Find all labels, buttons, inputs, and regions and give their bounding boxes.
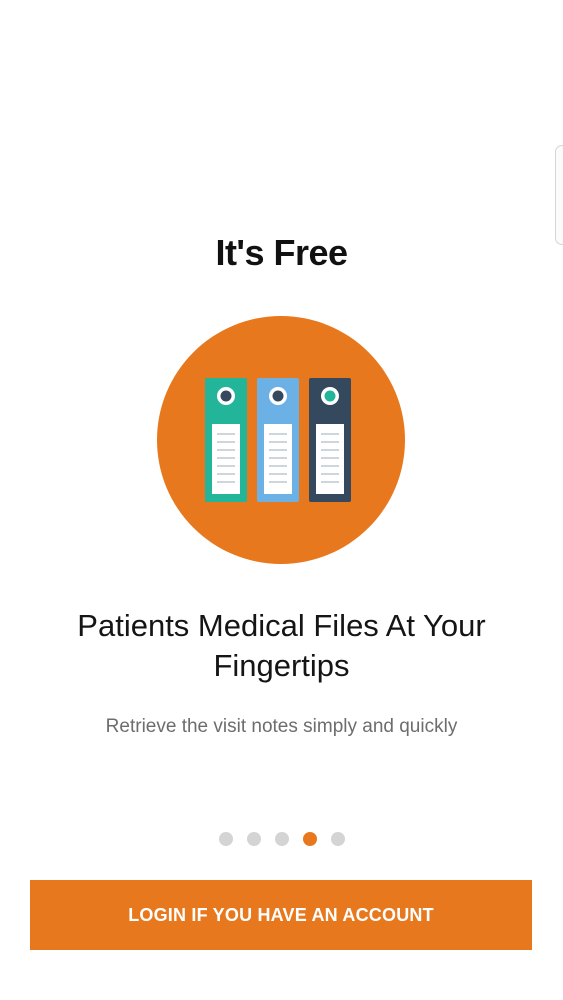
page-indicator[interactable]: [0, 832, 563, 846]
heading-line-2: Fingertips: [213, 648, 350, 683]
login-button[interactable]: LOGIN IF YOU HAVE AN ACCOUNT: [30, 880, 532, 950]
page-title: It's Free: [215, 232, 348, 273]
binder-teal: [205, 378, 247, 502]
binder-blue: [257, 378, 299, 502]
edge-panel-handle[interactable]: [555, 145, 563, 245]
heading-line-1: Patients Medical Files At Your: [77, 608, 486, 643]
page-dot[interactable]: [330, 832, 345, 846]
file-binders-icon: [157, 316, 405, 564]
illustration: [157, 316, 405, 564]
page-dot[interactable]: [274, 832, 289, 846]
onboarding-subtitle: Retrieve the visit notes simply and quic…: [105, 716, 458, 737]
binder-dark: [309, 378, 351, 502]
page-dot-active[interactable]: [302, 832, 317, 846]
page-dot[interactable]: [218, 832, 233, 846]
onboarding-heading: Patients Medical Files At Your Fingertip…: [40, 606, 523, 686]
page-dot[interactable]: [246, 832, 261, 846]
